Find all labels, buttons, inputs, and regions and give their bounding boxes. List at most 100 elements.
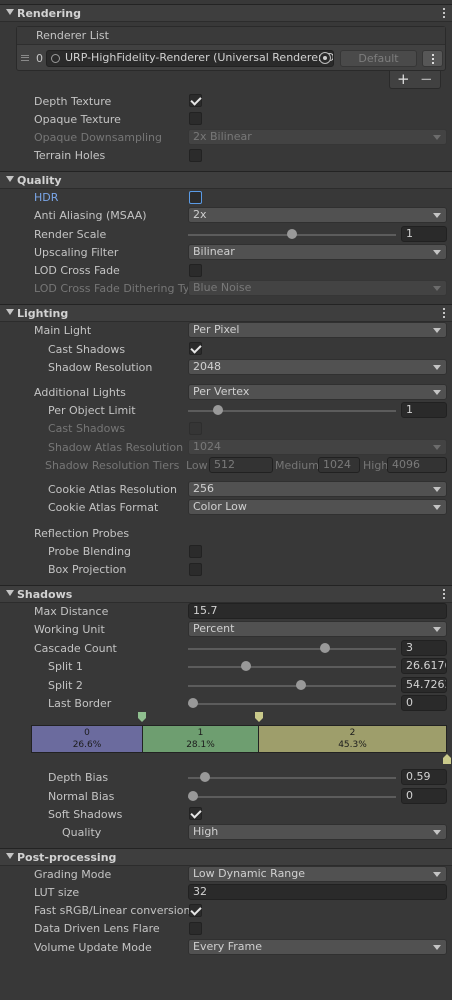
lighting-menu-icon[interactable] <box>442 307 446 319</box>
volume-update-mode-dropdown[interactable]: Every Frame <box>188 939 447 955</box>
split1-slider-track[interactable] <box>188 666 396 668</box>
last-border-handle-icon[interactable] <box>443 754 451 764</box>
working-unit-dropdown[interactable]: Percent <box>188 621 447 637</box>
normal-bias-slider-track[interactable] <box>188 796 396 798</box>
renderer-object-field[interactable]: URP-HighFidelity-Renderer (Universal Ren… <box>46 50 334 67</box>
split1-slider-thumb[interactable] <box>240 661 251 671</box>
grading-mode-dropdown[interactable]: Low Dynamic Range <box>188 866 447 882</box>
additional-lights-dropdown[interactable]: Per Vertex <box>188 384 447 400</box>
probe-blending-checkbox[interactable] <box>189 545 202 558</box>
cookie-atlas-resolution-value: 256 <box>193 482 214 495</box>
volume-update-mode-label: Volume Update Mode <box>34 941 152 954</box>
lut-size-field[interactable]: 32 <box>188 884 447 900</box>
per-object-limit-slider-thumb[interactable] <box>212 405 223 415</box>
opaque-downsampling-dropdown[interactable]: 2x Bilinear <box>188 129 447 145</box>
cascade-1-segment[interactable]: 1 28.1% <box>143 726 258 752</box>
cascade-split-2-handle-icon[interactable] <box>255 712 263 722</box>
tier-medium-label: Medium <box>275 459 319 472</box>
cascade-2-index: 2 <box>349 728 356 738</box>
lens-flare-checkbox[interactable] <box>189 922 202 935</box>
post-processing-title: Post-processing <box>17 851 117 864</box>
opaque-texture-checkbox[interactable] <box>189 112 202 125</box>
foldout-arrow-icon[interactable] <box>6 590 14 596</box>
lighting-section-header[interactable]: Lighting <box>0 304 452 322</box>
chevron-down-icon <box>433 328 441 333</box>
additional-cast-shadows-checkbox[interactable] <box>189 422 202 435</box>
cookie-atlas-format-dropdown[interactable]: Color Low <box>188 499 447 515</box>
hdr-checkbox[interactable] <box>189 191 202 204</box>
tier-low-field[interactable]: 512 <box>209 457 273 473</box>
max-distance-field[interactable]: 15.7 <box>188 603 447 619</box>
foldout-arrow-icon[interactable] <box>6 309 14 315</box>
drag-handle-icon[interactable] <box>21 55 29 61</box>
depth-bias-field[interactable]: 0.59 <box>401 769 447 785</box>
cookie-atlas-resolution-dropdown[interactable]: 256 <box>188 481 447 497</box>
soft-shadows-quality-label: Quality <box>62 826 102 839</box>
box-projection-label: Box Projection <box>48 563 127 576</box>
lod-dithering-dropdown[interactable]: Blue Noise <box>188 280 447 296</box>
soft-shadows-quality-dropdown[interactable]: High <box>188 824 447 840</box>
quality-title: Quality <box>17 174 62 187</box>
rendering-section-header[interactable]: Rendering <box>0 4 452 22</box>
main-light-value: Per Pixel <box>193 323 240 336</box>
cascade-count-slider-thumb[interactable] <box>320 643 331 653</box>
grading-mode-value: Low Dynamic Range <box>193 867 306 880</box>
render-scale-field[interactable]: 1 <box>401 226 447 242</box>
list-add-button[interactable]: + <box>397 70 410 88</box>
shadows-section-header[interactable]: Shadows <box>0 585 452 603</box>
box-projection-checkbox[interactable] <box>189 563 202 576</box>
rendering-menu-icon[interactable] <box>442 7 446 19</box>
depth-texture-checkbox[interactable] <box>189 94 202 107</box>
shadow-resolution-dropdown[interactable]: 2048 <box>188 359 447 375</box>
main-light-label: Main Light <box>34 324 92 337</box>
foldout-arrow-icon[interactable] <box>6 9 14 15</box>
cascade-count-value: 3 <box>406 641 413 654</box>
object-picker-icon[interactable] <box>319 52 331 64</box>
foldout-arrow-icon[interactable] <box>6 176 14 182</box>
lod-cross-fade-label: LOD Cross Fade <box>34 264 120 277</box>
main-light-dropdown[interactable]: Per Pixel <box>188 322 447 338</box>
quality-section-header[interactable]: Quality <box>0 171 452 189</box>
terrain-holes-checkbox[interactable] <box>189 149 202 162</box>
split2-slider-track[interactable] <box>188 685 396 687</box>
per-object-limit-field[interactable]: 1 <box>401 402 447 418</box>
cascade-0-segment[interactable]: 0 26.6% <box>32 726 142 752</box>
default-button[interactable]: Default <box>340 50 417 67</box>
tier-medium-field[interactable]: 1024 <box>318 457 360 473</box>
fast-srgb-checkbox[interactable] <box>189 904 202 917</box>
normal-bias-slider-thumb[interactable] <box>188 791 198 801</box>
post-processing-section-header[interactable]: Post-processing <box>0 848 452 866</box>
cookie-atlas-format-label: Cookie Atlas Format <box>48 501 159 514</box>
last-border-field[interactable]: 0 <box>401 695 447 711</box>
anti-aliasing-dropdown[interactable]: 2x <box>188 207 447 223</box>
cascade-split-1-handle-icon[interactable] <box>138 712 146 722</box>
cascade-0-index: 0 <box>84 728 90 738</box>
normal-bias-field[interactable]: 0 <box>401 788 447 804</box>
split1-field[interactable]: 26.6176 <box>401 658 447 674</box>
tier-high-field[interactable]: 4096 <box>387 457 447 473</box>
opaque-downsampling-label: Opaque Downsampling <box>34 131 163 144</box>
last-border-slider-track[interactable] <box>188 703 396 705</box>
split2-label: Split 2 <box>48 679 83 692</box>
cast-shadows-checkbox[interactable] <box>189 342 202 355</box>
depth-bias-slider-thumb[interactable] <box>199 772 210 782</box>
cascade-2-segment[interactable]: 2 45.3% <box>259 726 446 752</box>
opaque-texture-label: Opaque Texture <box>34 113 121 126</box>
last-border-slider-thumb[interactable] <box>188 698 198 708</box>
soft-shadows-checkbox[interactable] <box>189 807 202 820</box>
lod-cross-fade-checkbox[interactable] <box>189 264 202 277</box>
shadows-menu-icon[interactable] <box>442 588 446 600</box>
depth-bias-slider-track[interactable] <box>188 777 396 779</box>
list-remove-button[interactable]: − <box>420 70 433 88</box>
per-object-limit-label: Per Object Limit <box>48 404 136 417</box>
cascade-count-slider-track[interactable] <box>188 648 396 650</box>
split2-slider-thumb[interactable] <box>296 680 307 690</box>
foldout-arrow-icon[interactable] <box>6 853 14 859</box>
split2-field[interactable]: 54.7263 <box>401 677 447 693</box>
cascade-count-field[interactable]: 3 <box>401 640 447 656</box>
renderer-menu-button[interactable] <box>422 50 443 67</box>
tier-low-value: 512 <box>214 458 235 471</box>
upscaling-filter-dropdown[interactable]: Bilinear <box>188 244 447 260</box>
render-scale-slider-thumb[interactable] <box>287 229 297 239</box>
shadow-atlas-resolution-dropdown[interactable]: 1024 <box>188 439 447 455</box>
